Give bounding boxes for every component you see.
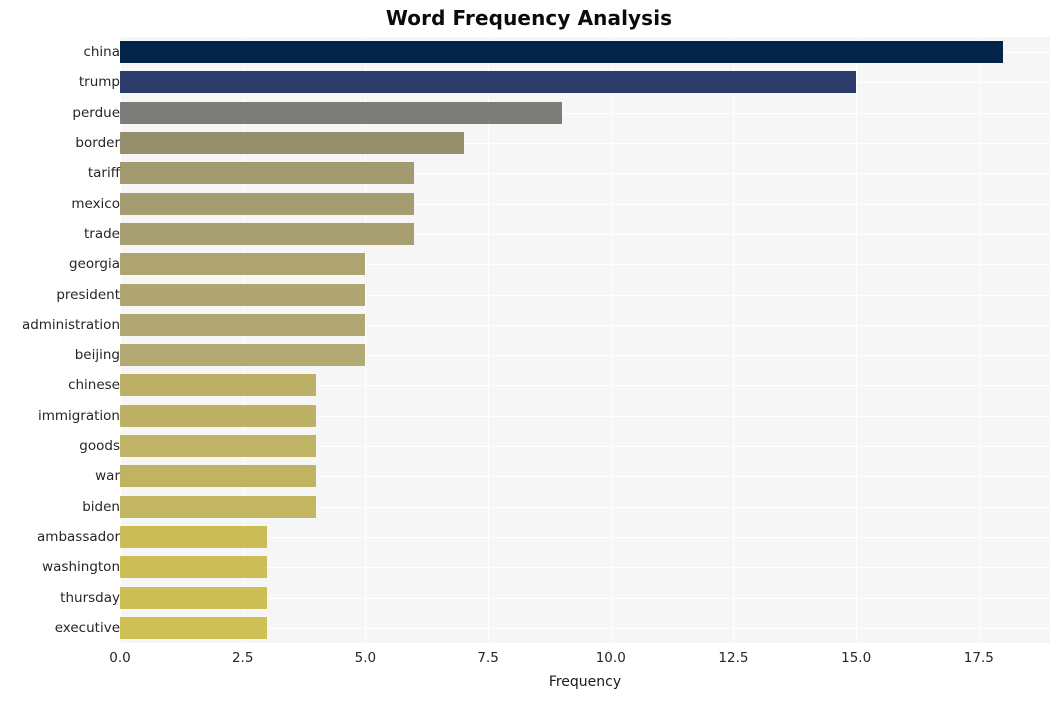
y-tick-label-trump: trump bbox=[78, 74, 120, 91]
y-tick-label-biden: biden bbox=[82, 498, 120, 515]
y-tick-label-ambassador: ambassador bbox=[37, 528, 120, 545]
y-tick-label-thursday: thursday bbox=[60, 589, 120, 606]
x-tick-label-15.0: 15.0 bbox=[841, 650, 872, 666]
x-tick-label-7.5: 7.5 bbox=[477, 650, 499, 666]
gridline-vertical bbox=[856, 37, 858, 643]
bar-mexico bbox=[120, 192, 415, 215]
bar-trade bbox=[120, 222, 415, 245]
bar-ambassador bbox=[120, 525, 268, 548]
bar-border bbox=[120, 132, 464, 155]
bar-war bbox=[120, 465, 317, 488]
gridline-vertical bbox=[733, 37, 735, 643]
y-tick-label-mexico: mexico bbox=[71, 195, 120, 212]
gridline-vertical bbox=[242, 37, 244, 643]
bar-china bbox=[120, 41, 1004, 64]
y-tick-label-president: president bbox=[56, 286, 120, 303]
x-tick-label-17.5: 17.5 bbox=[963, 650, 994, 666]
y-tick-label-perdue: perdue bbox=[72, 104, 120, 121]
bar-president bbox=[120, 283, 366, 306]
bar-perdue bbox=[120, 101, 562, 124]
gridline-vertical bbox=[120, 37, 121, 643]
gridline-vertical bbox=[488, 37, 490, 643]
y-tick-label-tariff: tariff bbox=[87, 165, 120, 182]
x-tick-label-10.0: 10.0 bbox=[595, 650, 626, 666]
y-tick-label-executive: executive bbox=[54, 619, 120, 636]
y-tick-label-goods: goods bbox=[79, 438, 120, 455]
y-tick-label-china: china bbox=[83, 44, 120, 61]
y-tick-label-border: border bbox=[75, 135, 120, 152]
plot-area bbox=[120, 37, 1050, 643]
x-tick-label-0.0: 0.0 bbox=[109, 650, 131, 666]
bar-trump bbox=[120, 71, 857, 94]
gridline-vertical bbox=[978, 37, 980, 643]
y-tick-label-war: war bbox=[95, 468, 120, 485]
y-tick-label-georgia: georgia bbox=[68, 256, 120, 273]
bar-executive bbox=[120, 616, 268, 639]
bar-thursday bbox=[120, 586, 268, 609]
y-tick-label-washington: washington bbox=[42, 559, 120, 576]
bar-beijing bbox=[120, 344, 366, 367]
y-tick-label-trade: trade bbox=[84, 225, 120, 242]
bar-chinese bbox=[120, 374, 317, 397]
x-axis-label: Frequency bbox=[548, 674, 622, 690]
bar-biden bbox=[120, 495, 317, 518]
bar-georgia bbox=[120, 253, 366, 276]
page-title: Word Frequency Analysis bbox=[385, 6, 673, 30]
chart-figure: Word Frequency Analysis Frequency china t… bbox=[0, 0, 1058, 701]
bar-immigration bbox=[120, 404, 317, 427]
y-tick-label-administration: administration bbox=[21, 316, 120, 333]
y-tick-label-chinese: chinese bbox=[68, 377, 120, 394]
y-tick-label-beijing: beijing bbox=[74, 347, 120, 364]
bar-goods bbox=[120, 435, 317, 458]
x-tick-label-5.0: 5.0 bbox=[354, 650, 377, 666]
gridline-vertical bbox=[610, 37, 612, 643]
x-tick-label-2.5: 2.5 bbox=[231, 650, 254, 666]
gridline-vertical bbox=[365, 37, 367, 643]
bar-washington bbox=[120, 556, 268, 579]
bar-tariff bbox=[120, 162, 415, 185]
x-tick-label-12.5: 12.5 bbox=[718, 650, 749, 666]
bar-administration bbox=[120, 313, 366, 336]
y-tick-label-immigration: immigration bbox=[37, 407, 120, 424]
